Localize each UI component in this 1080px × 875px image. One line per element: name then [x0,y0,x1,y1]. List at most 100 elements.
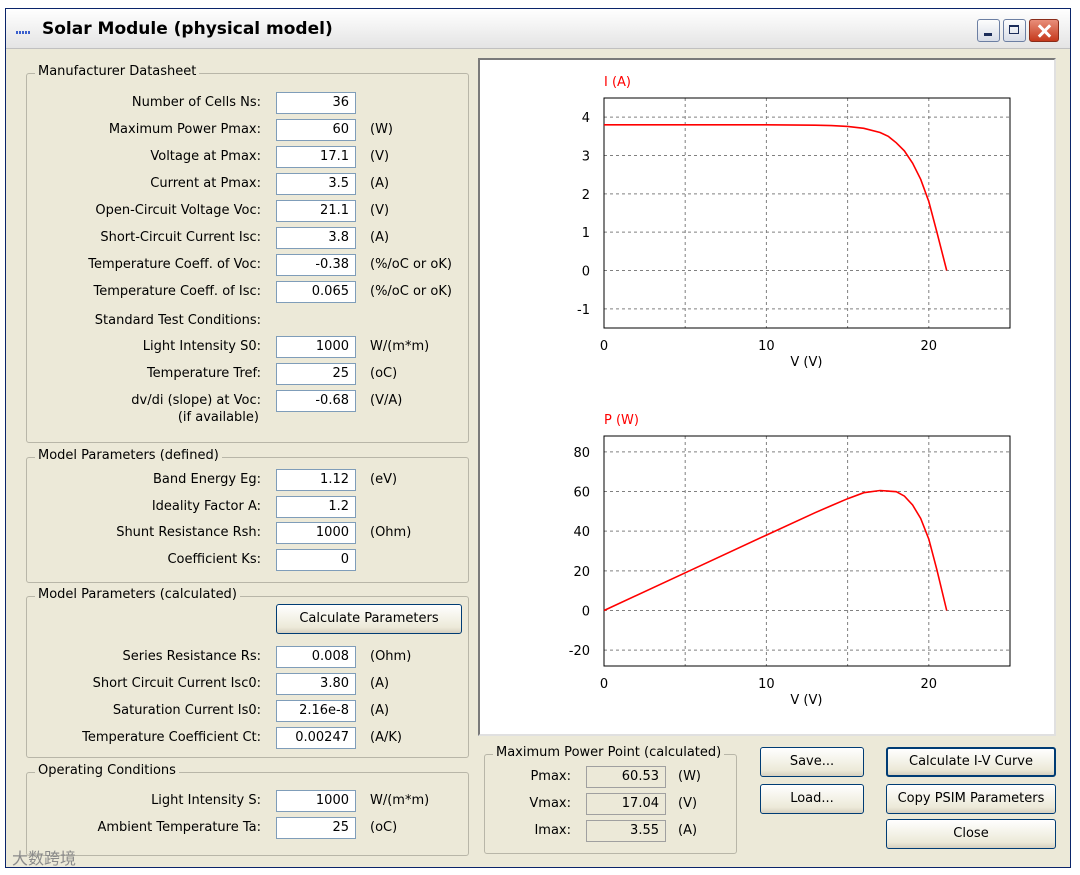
y-axis-label: P (W) [604,413,639,428]
x-tick-label: 20 [921,677,938,692]
value-field[interactable]: 1000 [276,522,356,544]
iv-curve [604,124,948,271]
minimize-button[interactable] [977,19,1000,42]
value-field[interactable]: 1.2 [276,496,356,518]
field-label: Ideality Factor A: [151,499,261,514]
field-label: Current at Pmax: [150,176,261,191]
maximize-button[interactable] [1003,19,1026,42]
field-label: Short Circuit Current Isc0: [92,676,261,691]
solar-module-window: Solar Module (physical model) Manufactur… [5,8,1071,868]
value-field[interactable]: -0.38 [276,254,356,276]
value-field[interactable]: 21.1 [276,200,356,222]
y-tick-label: 80 [573,446,590,461]
operating-conditions-group: Operating Conditions [26,763,469,856]
group-legend: Maximum Power Point (calculated) [493,745,725,760]
copy-psim-parameters-button[interactable]: Copy PSIM Parameters [886,784,1056,814]
calculate-parameters-button[interactable]: Calculate Parameters [276,604,462,634]
value-field[interactable]: 1000 [276,336,356,358]
field-label: Pmax: [530,769,571,784]
group-legend: Model Parameters (defined) [35,448,222,463]
group-legend: Model Parameters (calculated) [35,587,240,602]
calculate-iv-curve-button[interactable]: Calculate I-V Curve [886,747,1056,777]
value-field[interactable]: 0.065 [276,281,356,303]
y-tick-label: 0 [582,604,590,619]
unit-label: (A) [370,230,390,245]
y-tick-label: 20 [573,565,590,580]
y-axis-label: I (A) [604,75,631,90]
unit-label: (%/oC or oK) [370,284,452,299]
x-axis-label: V (V) [790,693,822,708]
x-tick-label: 20 [921,339,938,354]
slope-note: (if available) [177,410,259,425]
value-field[interactable]: 3.5 [276,173,356,195]
group-legend: Manufacturer Datasheet [35,64,200,79]
field-label: Coefficient Ks: [167,552,261,567]
unit-label: (V) [370,203,390,218]
field-label: Series Resistance Rs: [122,649,261,664]
value-field[interactable]: 3.8 [276,227,356,249]
plot-frame [603,435,1011,667]
x-tick-label: 10 [758,677,775,692]
value-field[interactable]: 17.1 [276,146,356,168]
field-label: Temperature Coefficient Ct: [82,730,261,745]
field-label: Saturation Current Is0: [112,703,261,718]
y-tick-label: -1 [577,303,590,318]
unit-label: (A) [678,823,698,838]
save-button[interactable]: Save... [760,747,864,777]
close-button[interactable]: Close [886,819,1056,849]
y-tick-label: 3 [582,150,590,165]
unit-label: (eV) [370,472,398,487]
field-label: Imax: [534,823,571,838]
value-field[interactable]: 0.008 [276,646,356,668]
value-field[interactable]: -0.68 [276,390,356,412]
load-button[interactable]: Load... [760,784,864,814]
field-label: Shunt Resistance Rsh: [116,525,261,540]
value-field[interactable]: 0 [276,549,356,571]
unit-label: (A) [370,703,390,718]
unit-label: (Ohm) [370,525,412,540]
value-field[interactable]: 25 [276,363,356,385]
field-label: Light Intensity S0: [142,339,261,354]
unit-label: W/(m*m) [370,793,430,808]
watermark: 大数跨境 [12,849,77,868]
field-label: Temperature Coeff. of Voc: [88,257,261,272]
plot-area: -1 0 1 2 3 4 0 10 20 I (A) V (V) -20 0 20 40 60 80 0 10 20 P… [478,58,1056,736]
unit-label: (W) [370,122,393,137]
unit-label: (%/oC or oK) [370,257,452,272]
app-icon [16,23,34,34]
value-field[interactable]: 1000 [276,790,356,812]
unit-label: (V) [370,149,390,164]
y-tick-label: 40 [573,525,590,540]
plot-frame [603,97,1011,329]
unit-label: (Ohm) [370,649,412,664]
x-tick-label: 10 [758,339,775,354]
field-label: Vmax: [529,796,571,811]
unit-label: (V/A) [370,393,403,408]
field-label: Short-Circuit Current Isc: [100,230,261,245]
y-tick-label: -20 [569,644,590,659]
value-field: 3.55 [586,820,666,842]
value-field[interactable]: 0.00247 [276,727,356,749]
field-label: Number of Cells Ns: [131,95,261,110]
value-field[interactable]: 1.12 [276,469,356,491]
close-window-button[interactable] [1029,19,1059,42]
unit-label: W/(m*m) [370,339,430,354]
unit-label: (V) [678,796,698,811]
field-label: Temperature Coeff. of Isc: [93,284,261,299]
value-field[interactable]: 60 [276,119,356,141]
y-tick-label: 60 [573,486,590,501]
value-field[interactable]: 36 [276,92,356,114]
field-label: Voltage at Pmax: [150,149,261,164]
field-label: Ambient Temperature Ta: [97,820,261,835]
value-field[interactable]: 3.80 [276,673,356,695]
y-tick-label: 4 [582,111,590,126]
value-field[interactable]: 2.16e-8 [276,700,356,722]
value-field[interactable]: 25 [276,817,356,839]
x-axis-label: V (V) [790,355,822,370]
title-bar[interactable]: Solar Module (physical model) [6,9,1070,49]
field-label: dv/di (slope) at Voc: [131,393,261,408]
window-title: Solar Module (physical model) [42,19,333,39]
unit-label: (oC) [370,820,398,835]
stc-label: Standard Test Conditions: [94,313,261,328]
unit-label: (A/K) [370,730,402,745]
